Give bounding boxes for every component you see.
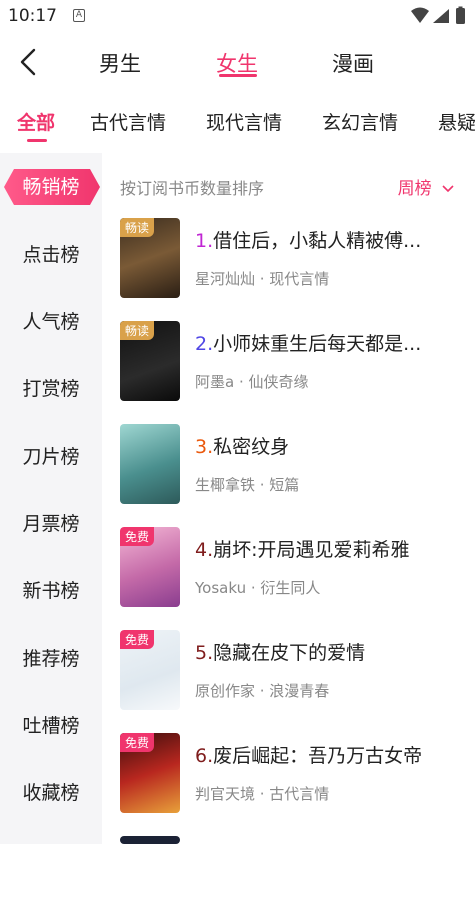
period-label: 周榜 bbox=[397, 179, 432, 199]
book-rank: 5. bbox=[195, 642, 214, 664]
book-rank: 6. bbox=[195, 745, 214, 767]
badge-free: 免费 bbox=[120, 733, 155, 752]
book-meta: 星河灿灿 · 现代言情 bbox=[195, 270, 330, 288]
book-title-text: 小师妹重生后每天都是... bbox=[213, 333, 422, 355]
book-title-text: 借住后，小黏人精被傅... bbox=[213, 230, 422, 252]
battery-icon bbox=[456, 8, 465, 24]
category-suspense[interactable]: 悬疑 bbox=[438, 108, 475, 135]
badge-free: 免费 bbox=[120, 630, 155, 649]
status-time: 10:17 bbox=[8, 6, 57, 26]
tab-active-indicator bbox=[219, 74, 257, 77]
book-title-text: 崩坏:开局遇见爱莉希雅 bbox=[213, 539, 410, 561]
category-row: 全部 古代言情 现代言情 玄幻言情 悬疑 bbox=[0, 100, 475, 144]
book-meta: 生椰拿铁 · 短篇 bbox=[195, 476, 300, 494]
sidebar-item-new-books[interactable]: 新书榜 bbox=[0, 571, 102, 611]
book-item[interactable] bbox=[120, 836, 465, 918]
book-cover: 畅读 bbox=[120, 218, 180, 298]
book-item[interactable]: 免费 4.崩坏:开局遇见爱莉希雅 Yosaku · 衍生同人 bbox=[120, 527, 465, 609]
book-cover: 免费 bbox=[120, 733, 180, 813]
chevron-down-icon bbox=[442, 185, 454, 193]
category-active-indicator bbox=[27, 139, 47, 142]
notification-icon: A bbox=[73, 9, 85, 22]
sidebar-item-monthly-tickets[interactable]: 月票榜 bbox=[0, 504, 102, 544]
status-icons bbox=[411, 6, 465, 24]
wifi-icon bbox=[411, 7, 429, 23]
book-title: 6.废后崛起：吾乃万古女帝 bbox=[195, 741, 465, 768]
tab-comic[interactable]: 漫画 bbox=[332, 48, 374, 78]
badge-read: 畅读 bbox=[120, 321, 155, 340]
book-title: 5.隐藏在皮下的爱情 bbox=[195, 638, 465, 665]
book-rank: 1. bbox=[195, 230, 214, 252]
book-title: 2.小师妹重生后每天都是... bbox=[195, 329, 465, 356]
book-item[interactable]: 畅读 1.借住后，小黏人精被傅... 星河灿灿 · 现代言情 bbox=[120, 218, 465, 300]
badge-read: 畅读 bbox=[120, 218, 155, 237]
book-cover bbox=[120, 836, 180, 844]
book-cover: 免费 bbox=[120, 527, 180, 607]
book-cover: 免费 bbox=[120, 630, 180, 710]
book-title: 4.崩坏:开局遇见爱莉希雅 bbox=[195, 535, 465, 562]
book-list: 按订阅书币数量排序 周榜 畅读 1.借住后，小黏人精被傅... 星河灿灿 · 现… bbox=[102, 153, 475, 844]
sidebar-item-recommended[interactable]: 推荐榜 bbox=[0, 639, 102, 679]
book-item[interactable]: 畅读 2.小师妹重生后每天都是... 阿墨a · 仙侠奇缘 bbox=[120, 321, 465, 403]
category-all[interactable]: 全部 bbox=[17, 108, 55, 135]
book-title: 3.私密纹身 bbox=[195, 432, 465, 459]
sidebar-item-bestseller[interactable]: 畅销榜 bbox=[0, 167, 102, 207]
sidebar-item-clicks[interactable]: 点击榜 bbox=[0, 235, 102, 275]
book-item[interactable]: 3.私密纹身 生椰拿铁 · 短篇 bbox=[120, 424, 465, 506]
book-item[interactable]: 免费 6.废后崛起：吾乃万古女帝 判官天境 · 古代言情 bbox=[120, 733, 465, 815]
book-rank: 2. bbox=[195, 333, 214, 355]
tab-male[interactable]: 男生 bbox=[99, 48, 141, 78]
sidebar-item-tips[interactable]: 打赏榜 bbox=[0, 369, 102, 409]
top-nav: 男生 女生 漫画 bbox=[0, 38, 475, 88]
back-arrow-icon[interactable] bbox=[14, 46, 46, 78]
book-cover: 畅读 bbox=[120, 321, 180, 401]
book-item[interactable]: 免费 5.隐藏在皮下的爱情 原创作家 · 浪漫青春 bbox=[120, 630, 465, 712]
sidebar-item-blades[interactable]: 刀片榜 bbox=[0, 437, 102, 477]
badge-free: 免费 bbox=[120, 527, 155, 546]
sort-label: 按订阅书币数量排序 bbox=[120, 179, 265, 198]
book-meta: 原创作家 · 浪漫青春 bbox=[195, 682, 330, 700]
sidebar-item-popularity[interactable]: 人气榜 bbox=[0, 302, 102, 342]
category-fantasy-romance[interactable]: 玄幻言情 bbox=[322, 108, 398, 135]
category-ancient-romance[interactable]: 古代言情 bbox=[90, 108, 166, 135]
book-meta: 阿墨a · 仙侠奇缘 bbox=[195, 373, 309, 391]
status-bar: 10:17 A bbox=[0, 0, 475, 32]
book-title: 1.借住后，小黏人精被傅... bbox=[195, 226, 465, 253]
period-dropdown[interactable]: 周榜 bbox=[398, 174, 455, 199]
sidebar-item-roast[interactable]: 吐槽榜 bbox=[0, 706, 102, 746]
category-modern-romance[interactable]: 现代言情 bbox=[206, 108, 282, 135]
book-meta: Yosaku · 衍生同人 bbox=[195, 579, 321, 597]
book-title-text: 隐藏在皮下的爱情 bbox=[213, 642, 366, 664]
book-rank: 4. bbox=[195, 539, 214, 561]
book-cover bbox=[120, 424, 180, 504]
book-title-text: 私密纹身 bbox=[213, 436, 290, 458]
sidebar-item-favorites[interactable]: 收藏榜 bbox=[0, 773, 102, 813]
ranking-sidebar: 畅销榜 点击榜 人气榜 打赏榜 刀片榜 月票榜 新书榜 推荐榜 吐槽榜 收藏榜 bbox=[0, 153, 102, 844]
book-rank: 3. bbox=[195, 436, 214, 458]
book-meta: 判官天境 · 古代言情 bbox=[195, 785, 330, 803]
signal-icon bbox=[433, 9, 449, 23]
book-title-text: 废后崛起：吾乃万古女帝 bbox=[213, 745, 423, 767]
